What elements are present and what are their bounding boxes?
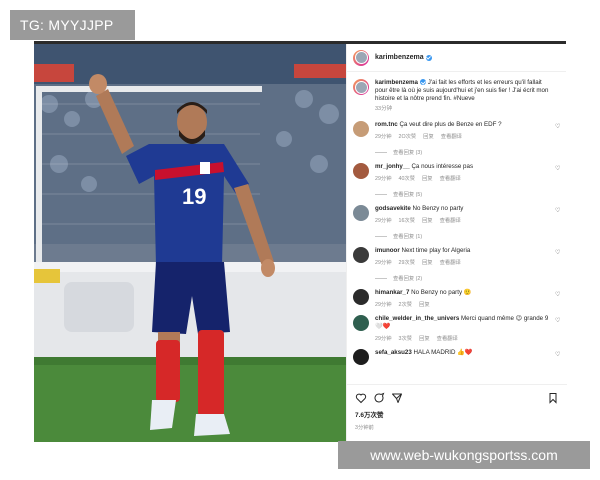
post-header: karimbenzema [347, 44, 566, 72]
bookmark-icon[interactable] [547, 392, 559, 404]
comment-item: sefa_aksu23 HALA MADRID 👍❤️ ♡ [353, 349, 561, 365]
comment-username[interactable]: godsavekite [375, 205, 411, 212]
comment-icon[interactable] [373, 392, 385, 404]
comment-username[interactable]: rom.tnc [375, 121, 398, 128]
comment-likes[interactable]: 16次赞 [399, 216, 416, 224]
view-replies-button[interactable]: 查看回复 (5) [375, 190, 551, 198]
comment-text: No Benzy no party 🙂 [411, 289, 472, 296]
comment-text: No Benzy no party [412, 205, 464, 212]
instagram-post: 19 karimbenzema karimbenzema J'ai fait l… [34, 41, 567, 442]
comment-item: chile_welder_in_the_univers Merci quand … [353, 315, 561, 342]
comment-time: 29分钟 [375, 218, 392, 224]
comment-item: rom.tnc Ça veut dire plus de Benze en ED… [353, 121, 561, 156]
comment-like-heart-icon[interactable]: ♡ [555, 292, 561, 298]
comment-avatar[interactable] [353, 121, 369, 137]
tg-label: TG: MYYJJPP [10, 10, 135, 40]
comment-likes[interactable]: 3次赞 [399, 334, 413, 342]
view-replies-button[interactable]: 查看回复 (2) [375, 274, 551, 282]
translate-button[interactable]: 查看翻译 [441, 132, 462, 140]
comment-like-heart-icon[interactable]: ♡ [555, 208, 561, 214]
send-icon[interactable] [391, 392, 403, 404]
comment-like-heart-icon[interactable]: ♡ [555, 124, 561, 130]
comment-username[interactable]: chile_welder_in_the_univers [375, 315, 459, 322]
comment-avatar[interactable] [353, 163, 369, 179]
reply-button[interactable]: 回复 [419, 300, 430, 308]
comment-text: Ça veut dire plus de Benze en EDF ? [399, 121, 502, 128]
comment-username[interactable]: himankar_7 [375, 289, 409, 296]
verified-badge-icon [420, 79, 426, 86]
comment-avatar[interactable] [353, 205, 369, 221]
comment-time: 29分钟 [375, 302, 392, 308]
post-photo: 19 [34, 44, 346, 442]
translate-button[interactable]: 查看翻译 [440, 258, 461, 266]
comment-avatar[interactable] [353, 247, 369, 263]
comment-like-heart-icon[interactable]: ♡ [555, 318, 561, 324]
reply-button[interactable]: 回复 [422, 174, 433, 182]
comment-like-heart-icon[interactable]: ♡ [555, 352, 561, 358]
heart-icon[interactable] [355, 392, 367, 404]
caption-username[interactable]: karimbenzema [375, 79, 418, 86]
translate-button[interactable]: 查看翻译 [437, 334, 458, 342]
comment-like-heart-icon[interactable]: ♡ [555, 166, 561, 172]
comment-username[interactable]: mr_jonhy__ [375, 163, 410, 170]
comment-avatar[interactable] [353, 289, 369, 305]
comment-likes[interactable]: 40次赞 [399, 174, 416, 182]
post-actions: 7.6万次赞 3分钟前 [347, 384, 567, 442]
comment-list: rom.tnc Ça veut dire plus de Benze en ED… [353, 121, 561, 365]
comment-item: godsavekite No Benzy no party 29分钟 16次赞 回复查… [353, 205, 561, 240]
comment-time: 29分钟 [375, 260, 392, 266]
post-username[interactable]: karimbenzema [375, 54, 424, 61]
comments-scroll[interactable]: karimbenzema J'ai fait les efforts et le… [347, 73, 567, 379]
comment-text: Next time play for Algeria [401, 247, 471, 254]
translate-button[interactable]: 查看翻译 [440, 174, 461, 182]
comment-text: HALA MADRID 👍❤️ [413, 349, 473, 356]
verified-badge-icon [425, 54, 432, 61]
profile-avatar[interactable] [353, 49, 369, 66]
jersey-number: 19 [182, 184, 206, 209]
benzema-photo-illustration: 19 [34, 44, 346, 442]
likes-count[interactable]: 7.6万次赞 [355, 409, 559, 419]
comment-like-heart-icon[interactable]: ♡ [555, 250, 561, 256]
comment-username[interactable]: imunoor [375, 247, 400, 254]
view-replies-button[interactable]: 查看回复 (1) [375, 232, 551, 240]
post-time: 3分钟前 [355, 425, 374, 431]
comment-item: himankar_7 No Benzy no party 🙂 29分钟 2次赞 回复 ♡ [353, 289, 561, 308]
comment-text: Ça nous intéresse pas [411, 163, 474, 170]
comment-likes[interactable]: 2O次赞 [399, 132, 417, 140]
reply-button[interactable]: 回复 [423, 132, 434, 140]
comment-item: imunoor Next time play for Algeria 29分钟 29… [353, 247, 561, 282]
caption-time: 33分钟 [375, 106, 393, 112]
comment-likes[interactable]: 29次赞 [399, 258, 416, 266]
comment-username[interactable]: sefa_aksu23 [375, 349, 412, 356]
comments-panel: karimbenzema karimbenzema J'ai fait les … [346, 44, 567, 442]
comment-time: 29分钟 [375, 176, 392, 182]
caption-avatar[interactable] [353, 79, 369, 95]
comment-avatar[interactable] [353, 315, 369, 331]
comment-likes[interactable]: 2次赞 [399, 300, 413, 308]
comment-time: 29分钟 [375, 336, 392, 342]
view-replies-button[interactable]: 查看回复 (3) [375, 148, 551, 156]
comment-avatar[interactable] [353, 349, 369, 365]
post-caption: karimbenzema J'ai fait les efforts et le… [353, 79, 561, 113]
translate-button[interactable]: 查看翻译 [440, 216, 461, 224]
comment-time: 29分钟 [375, 134, 392, 140]
watermark-label: www.web-wukongsportss.com [338, 441, 590, 469]
reply-button[interactable]: 回复 [419, 334, 430, 342]
reply-button[interactable]: 回复 [422, 216, 433, 224]
comment-item: mr_jonhy__ Ça nous intéresse pas 29分钟 40次赞… [353, 163, 561, 198]
reply-button[interactable]: 回复 [422, 258, 433, 266]
